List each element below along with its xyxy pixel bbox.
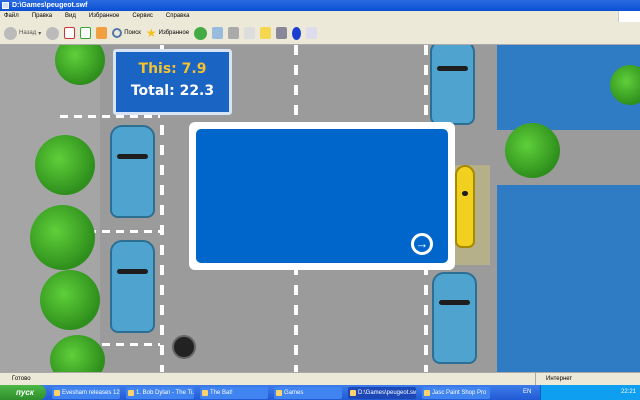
toolbar: Назад ▾ Поиск ★ Избранное [0, 22, 640, 45]
back-button[interactable]: Назад ▾ [4, 26, 41, 40]
tree [505, 123, 560, 178]
menu-help[interactable]: Справка [166, 11, 190, 22]
menu-favorites[interactable]: Избранное [89, 11, 119, 22]
score-total: Total: 22.3 [130, 83, 215, 99]
score-panel: This: 7.9 Total: 22.3 [113, 49, 232, 115]
print-button[interactable] [228, 27, 240, 39]
taskbar-item[interactable]: 1. Bob Dylan - The Ti... [126, 386, 194, 399]
star-icon: ★ [145, 26, 157, 40]
player-car [455, 165, 475, 248]
parked-car [430, 45, 475, 125]
menu-view[interactable]: Вид [65, 11, 76, 22]
message-dialog: → [189, 122, 455, 270]
status-text: Готово [12, 376, 31, 382]
clock: 22:21 [620, 389, 636, 395]
start-button[interactable]: пуск [0, 385, 46, 400]
tree [35, 135, 95, 195]
arrow-right-icon: → [415, 236, 429, 251]
tool-button[interactable] [306, 27, 318, 39]
parked-car [432, 272, 477, 364]
search-icon [112, 28, 123, 38]
dialog-body: → [196, 129, 448, 263]
history-button[interactable] [194, 26, 208, 40]
parked-car [110, 125, 155, 218]
score-this: This: 7.9 [138, 61, 207, 77]
favorites-button[interactable]: ★ Избранное [146, 26, 189, 40]
edit-button[interactable] [244, 27, 256, 39]
forward-button[interactable] [46, 26, 60, 40]
title-bar: D:\Games\peugeot.swf [0, 0, 640, 11]
refresh-button[interactable] [80, 27, 92, 39]
windows-logo [618, 11, 640, 22]
back-icon [4, 26, 17, 40]
game-area[interactable]: This: 7.9 Total: 22.3 → [0, 45, 640, 372]
language-indicator[interactable]: EN [523, 385, 531, 400]
status-bar: Готово Интернет [0, 372, 640, 386]
taskbar-item-active[interactable]: D:\Games\peugeot.swf [348, 386, 416, 399]
manhole [172, 335, 196, 359]
next-arrow-button[interactable]: → [411, 233, 433, 255]
menu-bar: Файл Правка Вид Избранное Сервис Справка [0, 11, 640, 22]
bluetooth-button[interactable] [292, 26, 302, 40]
taskbar-item[interactable]: The Bat! [200, 386, 268, 399]
search-button[interactable]: Поиск [112, 28, 141, 38]
taskbar-item[interactable]: Games [274, 386, 342, 399]
parking-line [60, 115, 160, 118]
stop-button[interactable] [64, 27, 76, 39]
ie-icon [2, 2, 9, 9]
taskbar-item[interactable]: Evesham releases 12... [52, 386, 120, 399]
building [497, 185, 640, 372]
menu-file[interactable]: Файл [4, 11, 19, 22]
tree [40, 270, 100, 330]
taskbar-item[interactable]: Jasc Paint Shop Pro [422, 386, 490, 399]
mail-button[interactable] [212, 27, 224, 39]
home-button[interactable] [96, 27, 108, 39]
tree [30, 205, 95, 270]
window-title: D:\Games\peugeot.swf [12, 2, 88, 9]
menu-tools[interactable]: Сервис [132, 11, 153, 22]
discuss-button[interactable] [260, 27, 272, 39]
system-tray: EN 22:21 [523, 385, 640, 400]
messenger-button[interactable] [276, 27, 288, 39]
menu-edit[interactable]: Правка [32, 11, 52, 22]
parked-car [110, 240, 155, 333]
taskbar: пуск Evesham releases 12... 1. Bob Dylan… [0, 385, 640, 400]
